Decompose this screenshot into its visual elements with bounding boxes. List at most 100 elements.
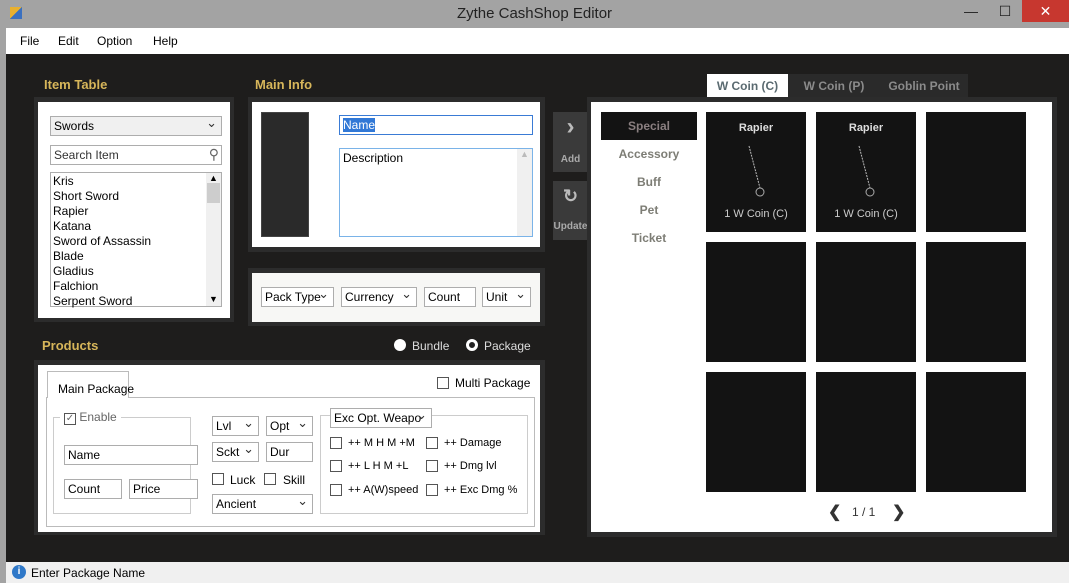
exc-option-label: ++ Damage [444,437,502,449]
description-value: Description [343,151,404,165]
name-input[interactable]: Name [339,115,533,135]
list-item[interactable]: Blade [51,249,221,264]
shop-item-slot[interactable] [926,372,1026,492]
menu-edit[interactable]: Edit [58,34,79,48]
list-item[interactable]: Sword of Assassin [51,234,221,249]
menu-file[interactable]: File [20,34,39,48]
check-icon: ✓ [64,413,76,425]
shop-item-price: 1 W Coin (C) [724,208,788,220]
menu-option[interactable]: Option [97,34,132,48]
shop-item-slot[interactable] [926,242,1026,362]
minimize-button[interactable]: — [954,0,988,22]
item-list-scrollbar[interactable]: ▲ ▼ [206,173,221,306]
pack-type-select[interactable]: Pack Type [261,287,334,307]
list-item[interactable]: Falchion [51,279,221,294]
opt-value: Opt [270,419,290,433]
list-item[interactable]: Gladius [51,264,221,279]
unit-value: Unit [486,290,508,304]
shop-item-slot[interactable] [706,242,806,362]
shop-item-slot[interactable]: Rapier 1 W Coin (C) [816,112,916,232]
package-price-input[interactable]: Price [129,479,198,499]
package-radio[interactable] [466,339,478,351]
list-item[interactable]: Katana [51,219,221,234]
unit-select[interactable]: Unit [482,287,531,307]
exc-option-select[interactable]: Exc Opt. Weapo [330,408,432,428]
dur-value: Dur [270,445,290,459]
category-item[interactable]: Ticket [601,224,697,252]
maximize-button[interactable]: ☐ [988,0,1022,22]
exc-option-checkbox[interactable] [330,460,342,472]
description-scrollbar[interactable]: ▲ [517,149,532,236]
shop-item-name: Rapier [738,122,774,134]
tab-main-package[interactable]: Main Package [47,371,134,398]
exc-option-checkbox[interactable] [426,460,438,472]
skill-checkbox[interactable] [264,473,276,485]
menu-bar: File Edit Option Help [6,28,1069,54]
update-button[interactable]: ↻ Update [553,181,588,240]
opt-select[interactable]: Opt [266,416,313,436]
menu-help[interactable]: Help [153,34,178,48]
package-name-input[interactable]: Name [64,445,198,465]
sckt-value: Sckt [216,445,240,459]
close-button[interactable]: ✕ [1022,0,1069,22]
shop-item-slot[interactable] [816,372,916,492]
item-list[interactable]: Kris Short Sword Rapier Katana Sword of Assa… [50,172,222,309]
shop-item-slot[interactable]: Rapier 1 W Coin (C) [706,112,806,232]
shop-item-name: Rapier [848,122,884,134]
dur-input[interactable]: Dur [266,442,313,462]
multi-package-label: Multi Package [455,376,531,390]
search-input[interactable]: Search Item ⚲ [50,145,222,165]
category-value: Swords [54,119,95,133]
window-title: Zythe CashShop Editor [456,5,613,22]
info-icon: i [12,565,26,579]
shop-item-slot[interactable] [926,112,1026,232]
luck-checkbox[interactable] [212,473,224,485]
list-item[interactable]: Kris [51,174,221,189]
shop-item-slot[interactable] [706,372,806,492]
exc-option-checkbox[interactable] [426,484,438,496]
enable-checkbox[interactable]: ✓ Enable [60,410,121,425]
enable-label: Enable [79,410,117,424]
count-input[interactable]: Count [424,287,476,307]
category-item[interactable]: Buff [601,168,697,196]
exc-option-label: ++ A(W)speed [348,484,419,496]
bundle-label: Bundle [412,339,450,353]
category-item[interactable]: Accessory [601,140,697,168]
currency-select[interactable]: Currency [341,287,417,307]
next-page-button[interactable]: ❯ [892,502,905,522]
refresh-icon: ↻ [562,186,579,206]
scrollbar-thumb[interactable] [207,183,220,203]
prev-page-button[interactable]: ❮ [828,502,841,522]
package-name-value: Name [68,448,101,462]
list-item[interactable]: Serpent Sword [51,294,221,309]
exc-option-checkbox[interactable] [426,437,438,449]
shop-item-slot[interactable] [816,242,916,362]
search-icon: ⚲ [208,146,219,162]
bundle-radio[interactable] [394,339,406,351]
shop-tab[interactable]: W Coin (P) [788,74,880,98]
lvl-select[interactable]: Lvl [212,416,259,436]
add-button[interactable]: › Add [553,112,588,172]
category-select[interactable]: Swords [50,116,222,136]
sckt-select[interactable]: Sckt [212,442,259,462]
list-item[interactable]: Short Sword [51,189,221,204]
rapier-icon [858,145,875,197]
add-label: Add [560,154,581,165]
ancient-select[interactable]: Ancient [212,494,313,514]
enable-group [53,417,191,514]
pack-type-value: Pack Type [265,290,321,304]
exc-option-checkbox[interactable] [330,484,342,496]
exc-option-checkbox[interactable] [330,437,342,449]
description-input[interactable]: Description ▲ [339,148,533,237]
name-value: Name [343,118,376,132]
category-item[interactable]: Pet [601,196,697,224]
category-item[interactable]: Special [601,112,697,140]
list-item[interactable]: Rapier [51,204,221,219]
package-count-input[interactable]: Count [64,479,122,499]
count-value: Count [428,290,461,304]
item-image[interactable] [261,112,309,237]
exc-option-label: ++ Dmg lvl [444,460,497,472]
multi-package-checkbox[interactable] [437,377,449,389]
update-label: Update [553,221,588,232]
shop-tab[interactable]: Goblin Point [880,74,968,98]
